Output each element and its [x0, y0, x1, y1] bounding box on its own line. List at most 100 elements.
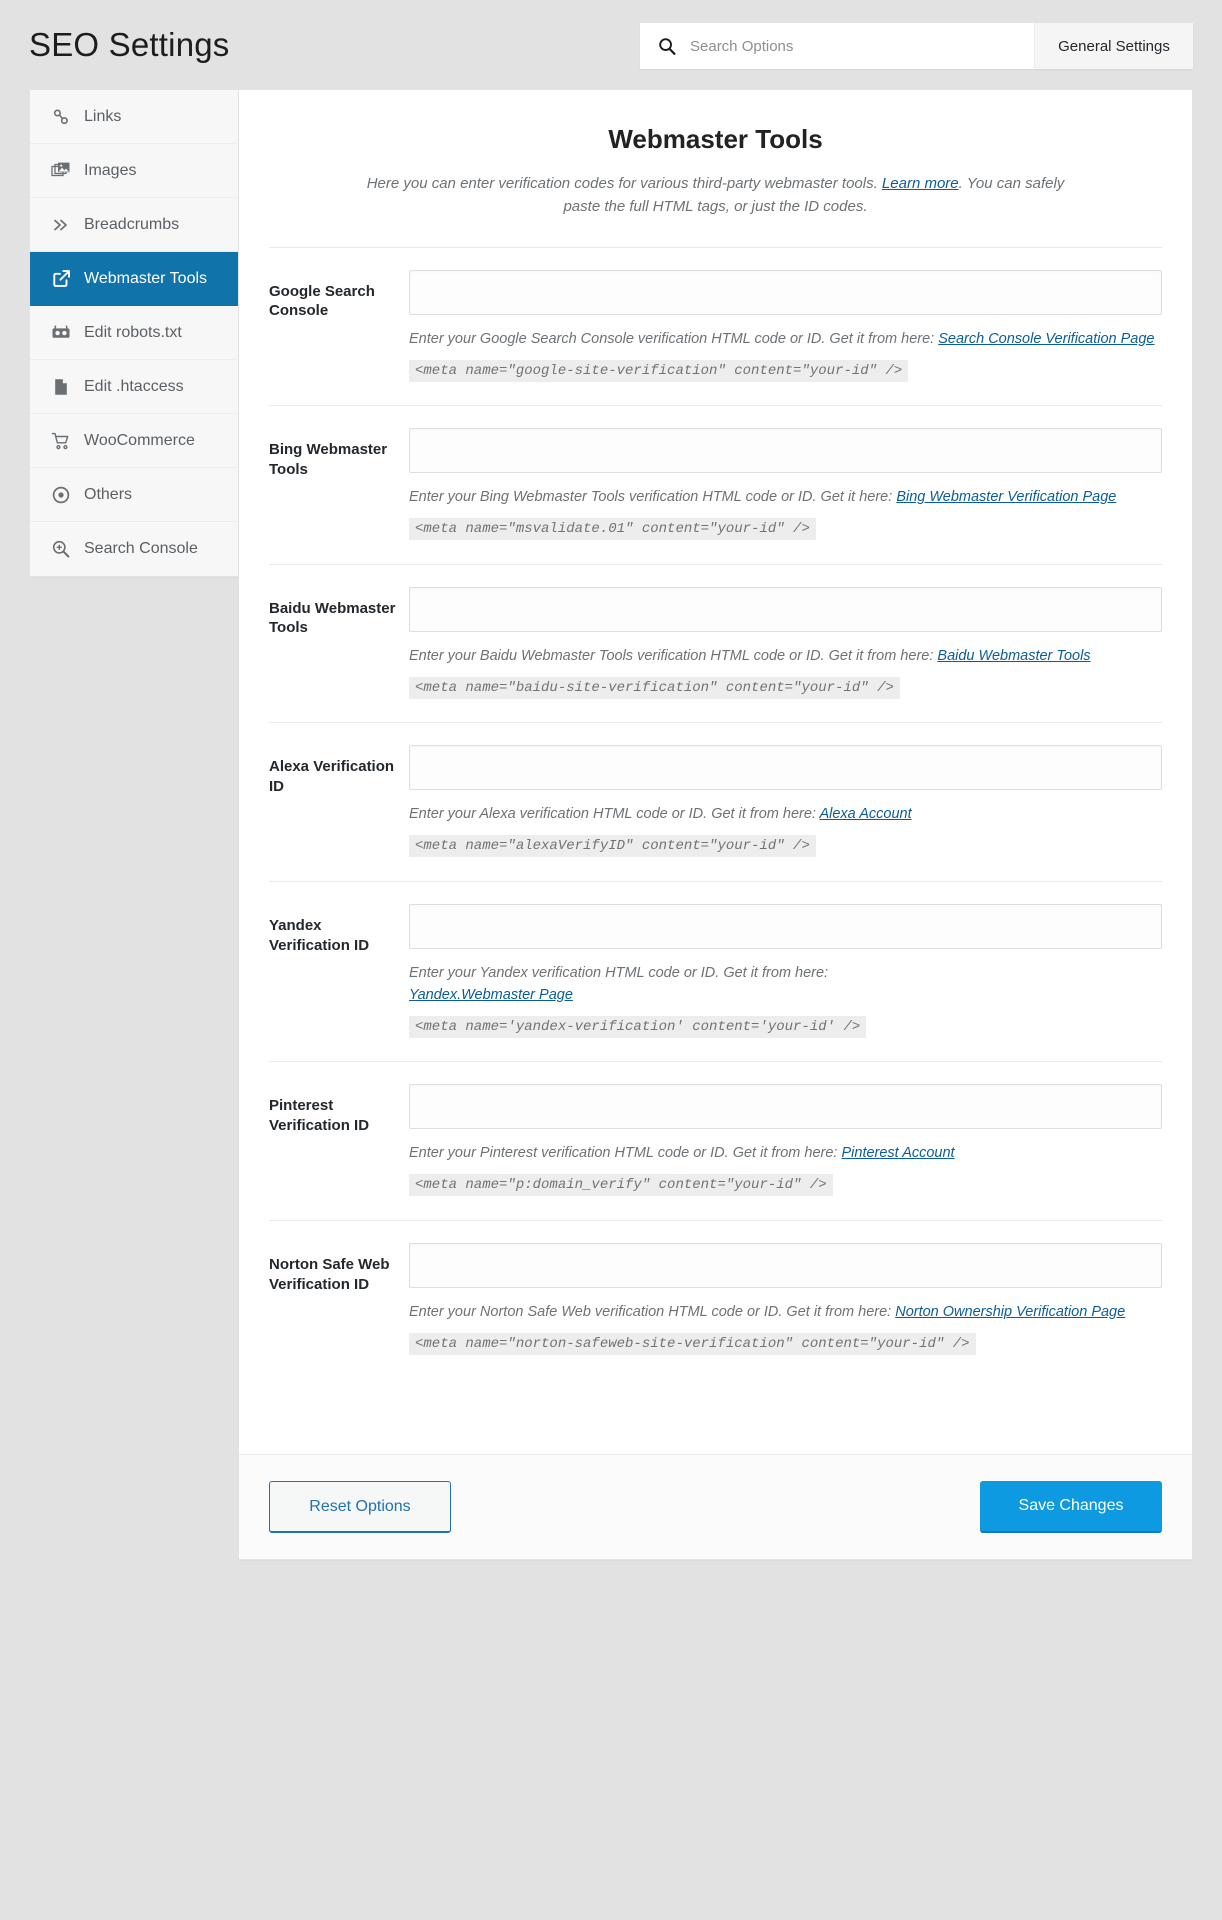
- field-help-link[interactable]: Baidu Webmaster Tools: [937, 648, 1090, 664]
- field-help-text: Enter your Baidu Webmaster Tools verific…: [409, 647, 938, 664]
- pinterest-verification-id-input[interactable]: [409, 1084, 1162, 1130]
- robot-icon: [50, 322, 72, 344]
- sidebar-item-label: Search Console: [84, 540, 198, 557]
- top-bar: SEO Settings General Settings: [0, 0, 1222, 90]
- field-help-text: Enter your Norton Safe Web verification …: [409, 1303, 896, 1320]
- field-help-link[interactable]: Search Console Verification Page: [938, 331, 1154, 347]
- field-label: Baidu Webmaster Tools: [269, 599, 396, 637]
- code-wrap: <meta name="msvalidate.01" content="your…: [409, 517, 1162, 542]
- sidebar-item-label: Breadcrumbs: [84, 215, 180, 233]
- sidebar-item-search-console[interactable]: Search Console: [30, 522, 238, 576]
- sidebar-item-label: Links: [84, 107, 122, 125]
- field-help-text: Enter your Google Search Console verific…: [409, 330, 939, 347]
- sidebar-item-label: WooCommerce: [84, 431, 195, 449]
- field-help: Enter your Alexa verification HTML code …: [409, 803, 1162, 825]
- field-label: Pinterest Verification ID: [269, 1097, 370, 1135]
- link-icon: [50, 106, 72, 128]
- field-label: Yandex Verification ID: [269, 916, 370, 954]
- field-control: Enter your Bing Webmaster Tools verifica…: [409, 428, 1162, 542]
- sidebar-item-label: Edit robots.txt: [84, 323, 182, 341]
- field-row-norton-safe-web-verification-id: Norton Safe Web Verification ID Enter yo…: [269, 1219, 1162, 1379]
- sidebar: Links Images Breadcrumbs Webmaster Tools…: [29, 90, 239, 577]
- code-snippet: <meta name="baidu-site-verification" con…: [409, 676, 900, 699]
- code-wrap: <meta name="p:domain_verify" content="yo…: [409, 1173, 1162, 1198]
- field-help-link[interactable]: Pinterest Account: [841, 1145, 954, 1161]
- sidebar-item-label: Images: [84, 161, 137, 179]
- sidebar-item-others[interactable]: Others: [30, 468, 238, 522]
- section-description-line1: Here you can enter verification codes fo…: [366, 175, 882, 192]
- field-help-link[interactable]: Norton Ownership Verification Page: [895, 1304, 1125, 1320]
- code-snippet: <meta name="alexaVerifyID" content="your…: [409, 835, 816, 858]
- search-input[interactable]: [688, 23, 1016, 69]
- file-icon: [50, 376, 72, 398]
- baidu-webmaster-tools-input[interactable]: [409, 586, 1162, 632]
- google-search-console-input[interactable]: [409, 269, 1162, 315]
- search-box[interactable]: [640, 23, 1034, 69]
- external-link-icon: [50, 268, 72, 290]
- bing-webmaster-tools-input[interactable]: [409, 428, 1162, 474]
- reset-options-button[interactable]: Reset Options: [269, 1481, 451, 1533]
- field-help-text: Enter your Pinterest verification HTML c…: [409, 1145, 842, 1162]
- alexa-verification-id-input[interactable]: [409, 745, 1162, 791]
- field-control: Enter your Pinterest verification HTML c…: [409, 1084, 1162, 1198]
- field-help: Enter your Pinterest verification HTML c…: [409, 1142, 1162, 1164]
- field-label: Google Search Console: [269, 282, 375, 320]
- yandex-verification-id-input[interactable]: [409, 903, 1162, 949]
- field-help-text: Enter your Yandex verification HTML code…: [409, 964, 829, 981]
- field-control: Enter your Baidu Webmaster Tools verific…: [409, 586, 1162, 701]
- page-title: SEO Settings: [29, 26, 230, 63]
- code-wrap: <meta name="norton-safeweb-site-verifica…: [409, 1332, 1162, 1357]
- sidebar-item-breadcrumbs[interactable]: Breadcrumbs: [30, 198, 238, 252]
- field-help-text: Enter your Alexa verification HTML code …: [409, 806, 820, 823]
- field-help: Enter your Norton Safe Web verification …: [409, 1301, 1162, 1323]
- code-wrap: <meta name="alexaVerifyID" content="your…: [409, 834, 1162, 859]
- field-control: Enter your Norton Safe Web verification …: [409, 1242, 1162, 1357]
- field-row-alexa-verification-id: Alexa Verification ID Enter your Alexa v…: [269, 722, 1162, 881]
- field-help-link[interactable]: Yandex.Webmaster Page: [409, 987, 573, 1003]
- field-control: Enter your Yandex verification HTML code…: [409, 903, 1162, 1040]
- field-help: Enter your Bing Webmaster Tools verifica…: [409, 486, 1162, 508]
- sidebar-item-label: Edit .htaccess: [84, 377, 184, 395]
- target-icon: [50, 484, 72, 506]
- field-help-link[interactable]: Bing Webmaster Verification Page: [896, 489, 1116, 505]
- code-snippet: <meta name="norton-safeweb-site-verifica…: [409, 1332, 976, 1355]
- code-snippet: <meta name="msvalidate.01" content="your…: [409, 518, 816, 541]
- field-label: Norton Safe Web Verification ID: [269, 1255, 390, 1293]
- sidebar-item-edit-robots-txt[interactable]: Edit robots.txt: [30, 306, 238, 360]
- code-snippet: <meta name="google-site-verification" co…: [409, 359, 909, 382]
- cart-icon: [50, 430, 72, 452]
- code-wrap: <meta name="baidu-site-verification" con…: [409, 676, 1162, 701]
- field-help-link[interactable]: Alexa Account: [819, 806, 911, 822]
- field-control: Enter your Alexa verification HTML code …: [409, 745, 1162, 859]
- field-help: Enter your Google Search Console verific…: [409, 328, 1162, 350]
- field-row-bing-webmaster-tools: Bing Webmaster Tools Enter your Bing Web…: [269, 405, 1162, 564]
- norton-safe-web-verification-id-input[interactable]: [409, 1242, 1162, 1288]
- search-plus-icon: [50, 538, 72, 560]
- main-footer: Reset Options Save Changes: [239, 1454, 1192, 1559]
- field-row-pinterest-verification-id: Pinterest Verification ID Enter your Pin…: [269, 1061, 1162, 1220]
- field-label: Alexa Verification ID: [269, 758, 395, 795]
- learn-more-link[interactable]: Learn more: [882, 175, 959, 192]
- field-control: Enter your Google Search Console verific…: [409, 269, 1162, 384]
- field-help-text: Enter your Bing Webmaster Tools verifica…: [409, 489, 897, 506]
- main-body: Webmaster Tools Here you can enter verif…: [239, 90, 1192, 1378]
- section-description: Here you can enter verification codes fo…: [366, 173, 1066, 219]
- field-row-yandex-verification-id: Yandex Verification ID Enter your Yandex…: [269, 880, 1162, 1062]
- field-row-baidu-webmaster-tools: Baidu Webmaster Tools Enter your Baidu W…: [269, 563, 1162, 723]
- sidebar-item-webmaster-tools[interactable]: Webmaster Tools: [30, 252, 238, 306]
- general-settings-tab[interactable]: General Settings: [1034, 23, 1193, 69]
- sidebar-item-images[interactable]: Images: [30, 144, 238, 198]
- field-help: Enter your Baidu Webmaster Tools verific…: [409, 645, 1162, 667]
- field-label: Bing Webmaster Tools: [269, 441, 388, 478]
- sidebar-item-links[interactable]: Links: [30, 90, 238, 144]
- save-changes-button[interactable]: Save Changes: [980, 1481, 1162, 1533]
- content-shell: Links Images Breadcrumbs Webmaster Tools…: [0, 90, 1222, 1560]
- images-icon: [50, 160, 72, 182]
- search-icon: [658, 37, 676, 55]
- section-title: Webmaster Tools: [608, 124, 823, 154]
- field-row-google-search-console: Google Search Console Enter your Google …: [269, 246, 1162, 406]
- code-wrap: <meta name="google-site-verification" co…: [409, 359, 1162, 384]
- sidebar-item-edit-htaccess[interactable]: Edit .htaccess: [30, 360, 238, 414]
- main-panel: Webmaster Tools Here you can enter verif…: [239, 90, 1193, 1560]
- sidebar-item-woocommerce[interactable]: WooCommerce: [30, 414, 238, 468]
